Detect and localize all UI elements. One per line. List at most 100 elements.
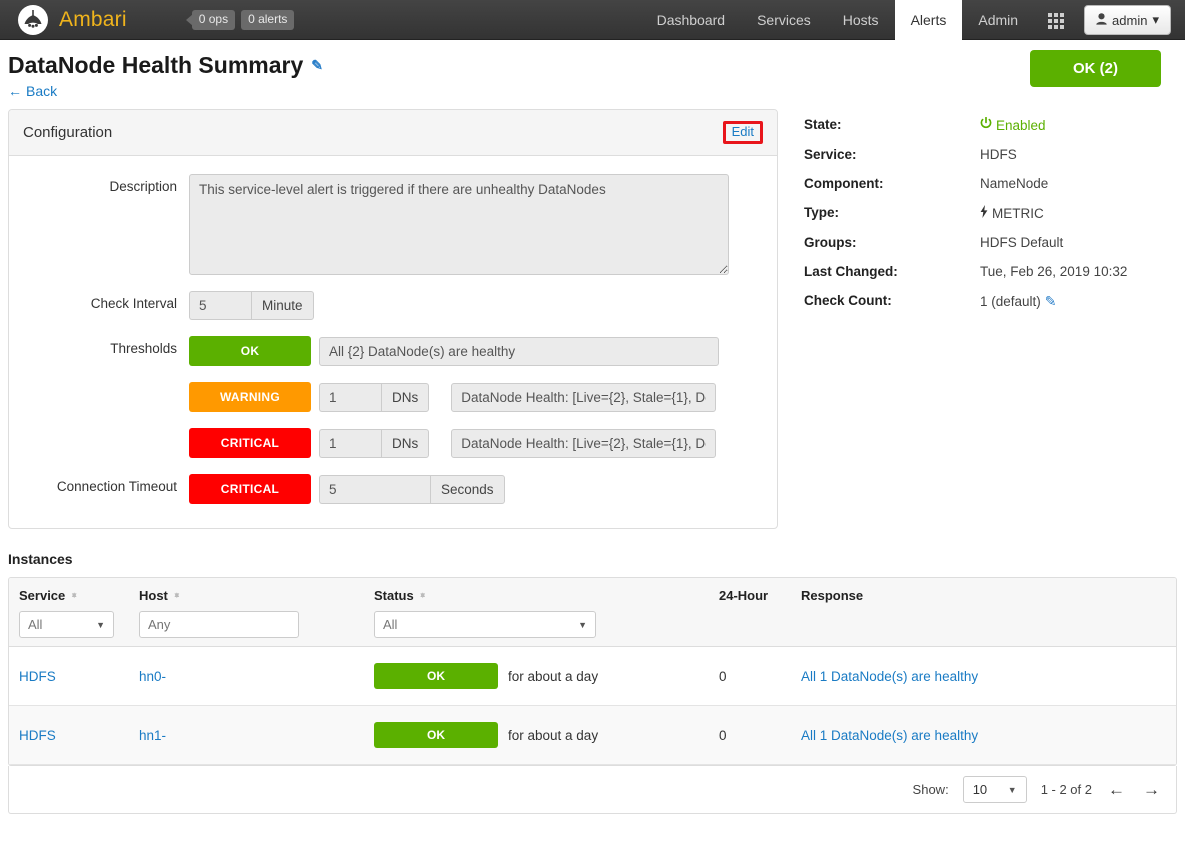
threshold-critical-message[interactable] bbox=[451, 429, 716, 458]
back-link[interactable]: ← Back bbox=[8, 83, 57, 99]
check-interval-input[interactable] bbox=[189, 291, 251, 320]
check-interval-unit: Minute bbox=[251, 291, 314, 320]
power-icon bbox=[980, 117, 992, 133]
description-field bbox=[189, 174, 729, 275]
service-link[interactable]: HDFS bbox=[19, 728, 56, 743]
column-24-hour-label: 24-Hour bbox=[719, 588, 768, 603]
threshold-critical-severity[interactable]: CRITICAL bbox=[189, 428, 311, 458]
chevron-down-icon: ▼ bbox=[96, 620, 105, 630]
edit-configuration-link[interactable]: Edit bbox=[732, 124, 754, 139]
response-link[interactable]: All 1 DataNode(s) are healthy bbox=[801, 728, 978, 743]
chevron-down-icon: ▼ bbox=[578, 620, 587, 630]
threshold-warning-message[interactable] bbox=[451, 383, 716, 412]
edit-title-pencil-icon[interactable]: ✎ bbox=[311, 57, 323, 74]
column-24-hour: 24-Hour bbox=[709, 578, 791, 647]
nav-item-alerts[interactable]: Alerts bbox=[895, 0, 963, 40]
detail-row-last-changed: Last Changed: Tue, Feb 26, 2019 10:32 bbox=[804, 264, 1168, 279]
instances-table-body: HDFS hn0- OK for about a day 0 All 1 Dat… bbox=[9, 647, 1176, 765]
status-badge[interactable]: OK bbox=[374, 663, 498, 689]
detail-key-groups: Groups: bbox=[804, 235, 980, 250]
bolt-icon bbox=[980, 205, 988, 221]
user-menu-button[interactable]: admin ▾ bbox=[1084, 5, 1171, 35]
cell-service: HDFS bbox=[9, 647, 129, 706]
detail-value-last-changed: Tue, Feb 26, 2019 10:32 bbox=[980, 264, 1127, 279]
configuration-panel-title: Configuration bbox=[23, 124, 112, 141]
chevron-down-icon: ▼ bbox=[1008, 785, 1017, 795]
nav-item-dashboard[interactable]: Dashboard bbox=[641, 0, 742, 40]
sort-host-icon[interactable]: ▲▼ bbox=[173, 595, 181, 596]
check-interval-input-group: Minute bbox=[189, 291, 314, 320]
page-size-label: Show: bbox=[913, 782, 949, 797]
configuration-panel-body: Description Check Interval Minute bbox=[9, 156, 777, 528]
detail-row-check-count: Check Count: 1 (default) ✎ bbox=[804, 293, 1168, 310]
configuration-panel-header: Configuration Edit bbox=[9, 110, 777, 156]
threshold-ok-row: Thresholds OK bbox=[9, 336, 755, 366]
sort-status-icon[interactable]: ▲▼ bbox=[419, 595, 427, 596]
connection-timeout-input-group: Seconds bbox=[319, 475, 505, 504]
threshold-warning-severity[interactable]: WARNING bbox=[189, 382, 311, 412]
service-link[interactable]: HDFS bbox=[19, 669, 56, 684]
nav-item-hosts[interactable]: Hosts bbox=[827, 0, 895, 40]
status-since: for about a day bbox=[508, 728, 598, 743]
column-host: Host ▲▼ bbox=[129, 578, 364, 647]
connection-timeout-value[interactable] bbox=[319, 475, 430, 504]
connection-timeout-field: CRITICAL Seconds bbox=[189, 474, 505, 504]
threshold-ok-severity[interactable]: OK bbox=[189, 336, 311, 366]
configuration-column: Configuration Edit Description Check Int… bbox=[8, 109, 778, 529]
threshold-warning-value[interactable] bbox=[319, 383, 381, 412]
detail-row-type: Type: METRIC bbox=[804, 205, 1168, 221]
instances-table-wrapper: Service ▲▼ All ▼ Host ▲▼ bbox=[8, 577, 1177, 766]
grid-apps-icon[interactable] bbox=[1048, 13, 1066, 27]
threshold-warning-spacer bbox=[9, 382, 189, 387]
column-host-label: Host bbox=[139, 588, 168, 603]
threshold-warning-field: WARNING DNs bbox=[189, 382, 716, 412]
filter-status-value: All bbox=[383, 617, 397, 632]
ops-badge[interactable]: 0 ops bbox=[192, 10, 235, 30]
sort-service-icon[interactable]: ▲▼ bbox=[70, 595, 78, 596]
nav-links: Dashboard Services Hosts Alerts Admin ad… bbox=[641, 0, 1171, 40]
column-status-label: Status bbox=[374, 588, 414, 603]
response-link[interactable]: All 1 DataNode(s) are healthy bbox=[801, 669, 978, 684]
host-link[interactable]: hn1- bbox=[139, 728, 166, 743]
threshold-critical-value[interactable] bbox=[319, 429, 381, 458]
detail-value-check-count: 1 (default) ✎ bbox=[980, 293, 1057, 310]
nav-item-services[interactable]: Services bbox=[741, 0, 827, 40]
detail-key-type: Type: bbox=[804, 205, 980, 221]
column-status: Status ▲▼ All ▼ bbox=[364, 578, 709, 647]
edit-link-highlight: Edit bbox=[723, 121, 763, 144]
prev-page-icon[interactable]: ← bbox=[1106, 780, 1127, 800]
page-title: DataNode Health Summary ✎ bbox=[8, 52, 1185, 79]
edit-check-count-pencil-icon[interactable]: ✎ bbox=[1045, 293, 1057, 310]
alert-status-button[interactable]: OK (2) bbox=[1030, 50, 1161, 87]
cell-24-hour: 0 bbox=[709, 706, 791, 765]
detail-key-service: Service: bbox=[804, 147, 980, 162]
instances-header-row: Service ▲▼ All ▼ Host ▲▼ bbox=[9, 578, 1176, 647]
top-navbar: Ambari 0 ops 0 alerts Dashboard Services… bbox=[0, 0, 1185, 40]
next-page-icon[interactable]: → bbox=[1141, 780, 1162, 800]
filter-service-select[interactable]: All ▼ bbox=[19, 611, 114, 638]
detail-key-component: Component: bbox=[804, 176, 980, 191]
connection-timeout-severity[interactable]: CRITICAL bbox=[189, 474, 311, 504]
arrow-left-icon: ← bbox=[8, 83, 22, 99]
status-badge[interactable]: OK bbox=[374, 722, 498, 748]
nav-item-admin[interactable]: Admin bbox=[962, 0, 1034, 40]
threshold-ok-message[interactable] bbox=[319, 337, 719, 366]
filter-status-select[interactable]: All ▼ bbox=[374, 611, 596, 638]
detail-row-state: State: Enabled bbox=[804, 117, 1168, 133]
thresholds-label: Thresholds bbox=[9, 336, 189, 356]
page-size-value: 10 bbox=[973, 782, 987, 797]
threshold-warning-value-group: DNs bbox=[319, 383, 429, 412]
instances-title: Instances bbox=[8, 551, 1185, 567]
detail-value-check-count-text: 1 (default) bbox=[980, 294, 1041, 309]
filter-service-value: All bbox=[28, 617, 42, 632]
threshold-warning-unit: DNs bbox=[381, 383, 429, 412]
description-textarea[interactable] bbox=[189, 174, 729, 275]
threshold-critical-value-group: DNs bbox=[319, 429, 429, 458]
page-size-select[interactable]: 10 ▼ bbox=[963, 776, 1027, 803]
brand-block[interactable]: Ambari bbox=[0, 5, 127, 35]
column-response-label: Response bbox=[801, 588, 863, 603]
detail-value-state-text: Enabled bbox=[996, 118, 1046, 133]
alerts-badge[interactable]: 0 alerts bbox=[241, 10, 294, 30]
filter-host-input[interactable] bbox=[139, 611, 299, 638]
host-link[interactable]: hn0- bbox=[139, 669, 166, 684]
